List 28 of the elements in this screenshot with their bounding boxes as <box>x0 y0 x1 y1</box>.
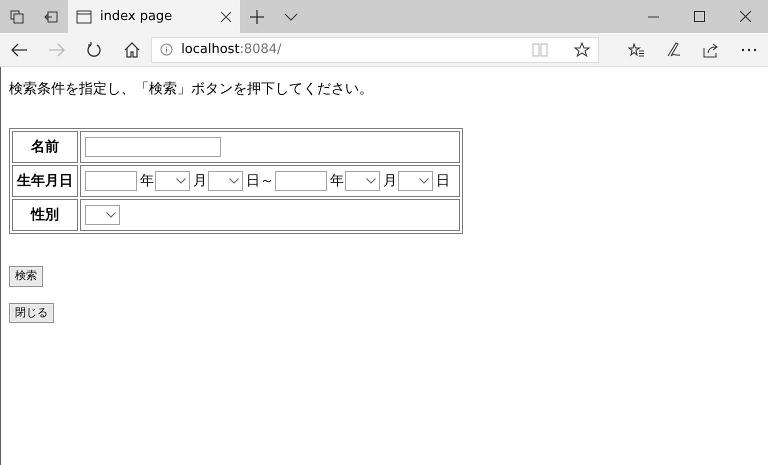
unit-label: 日 <box>436 172 450 190</box>
unit-label: 月 <box>383 172 397 190</box>
close-icon[interactable] <box>220 10 232 22</box>
unit-label: 年 <box>140 172 154 190</box>
page-icon <box>76 10 92 24</box>
field-label: 生年月日 <box>12 165 78 197</box>
url-text: localhost:8084/ <box>181 40 282 59</box>
chevron-down-icon <box>106 212 116 218</box>
unit-label: 年 <box>330 172 344 190</box>
unit-label: 日～ <box>246 172 274 190</box>
chevron-down-icon <box>419 178 429 184</box>
field-label: 性別 <box>12 199 78 231</box>
star-icon[interactable] <box>574 42 590 58</box>
chevron-down-icon <box>176 178 186 184</box>
tab-title: index page <box>100 8 174 26</box>
field-label: 名前 <box>12 131 78 163</box>
instruction-text: 検索条件を指定し、「検索」ボタンを押下してください。 <box>9 80 373 99</box>
form-button[interactable]: 検索 <box>9 266 43 286</box>
address-bar[interactable]: localhost:8084/ <box>151 36 599 62</box>
text-field[interactable] <box>275 171 327 191</box>
browser-tab[interactable]: index page <box>68 0 240 33</box>
text-field[interactable] <box>85 137 221 157</box>
unit-label: 月 <box>193 172 207 190</box>
info-icon[interactable] <box>160 43 174 56</box>
chevron-down-icon <box>229 178 239 184</box>
chevron-down-icon <box>366 178 376 184</box>
form-button[interactable]: 閉じる <box>9 302 54 323</box>
text-field[interactable] <box>85 171 137 191</box>
